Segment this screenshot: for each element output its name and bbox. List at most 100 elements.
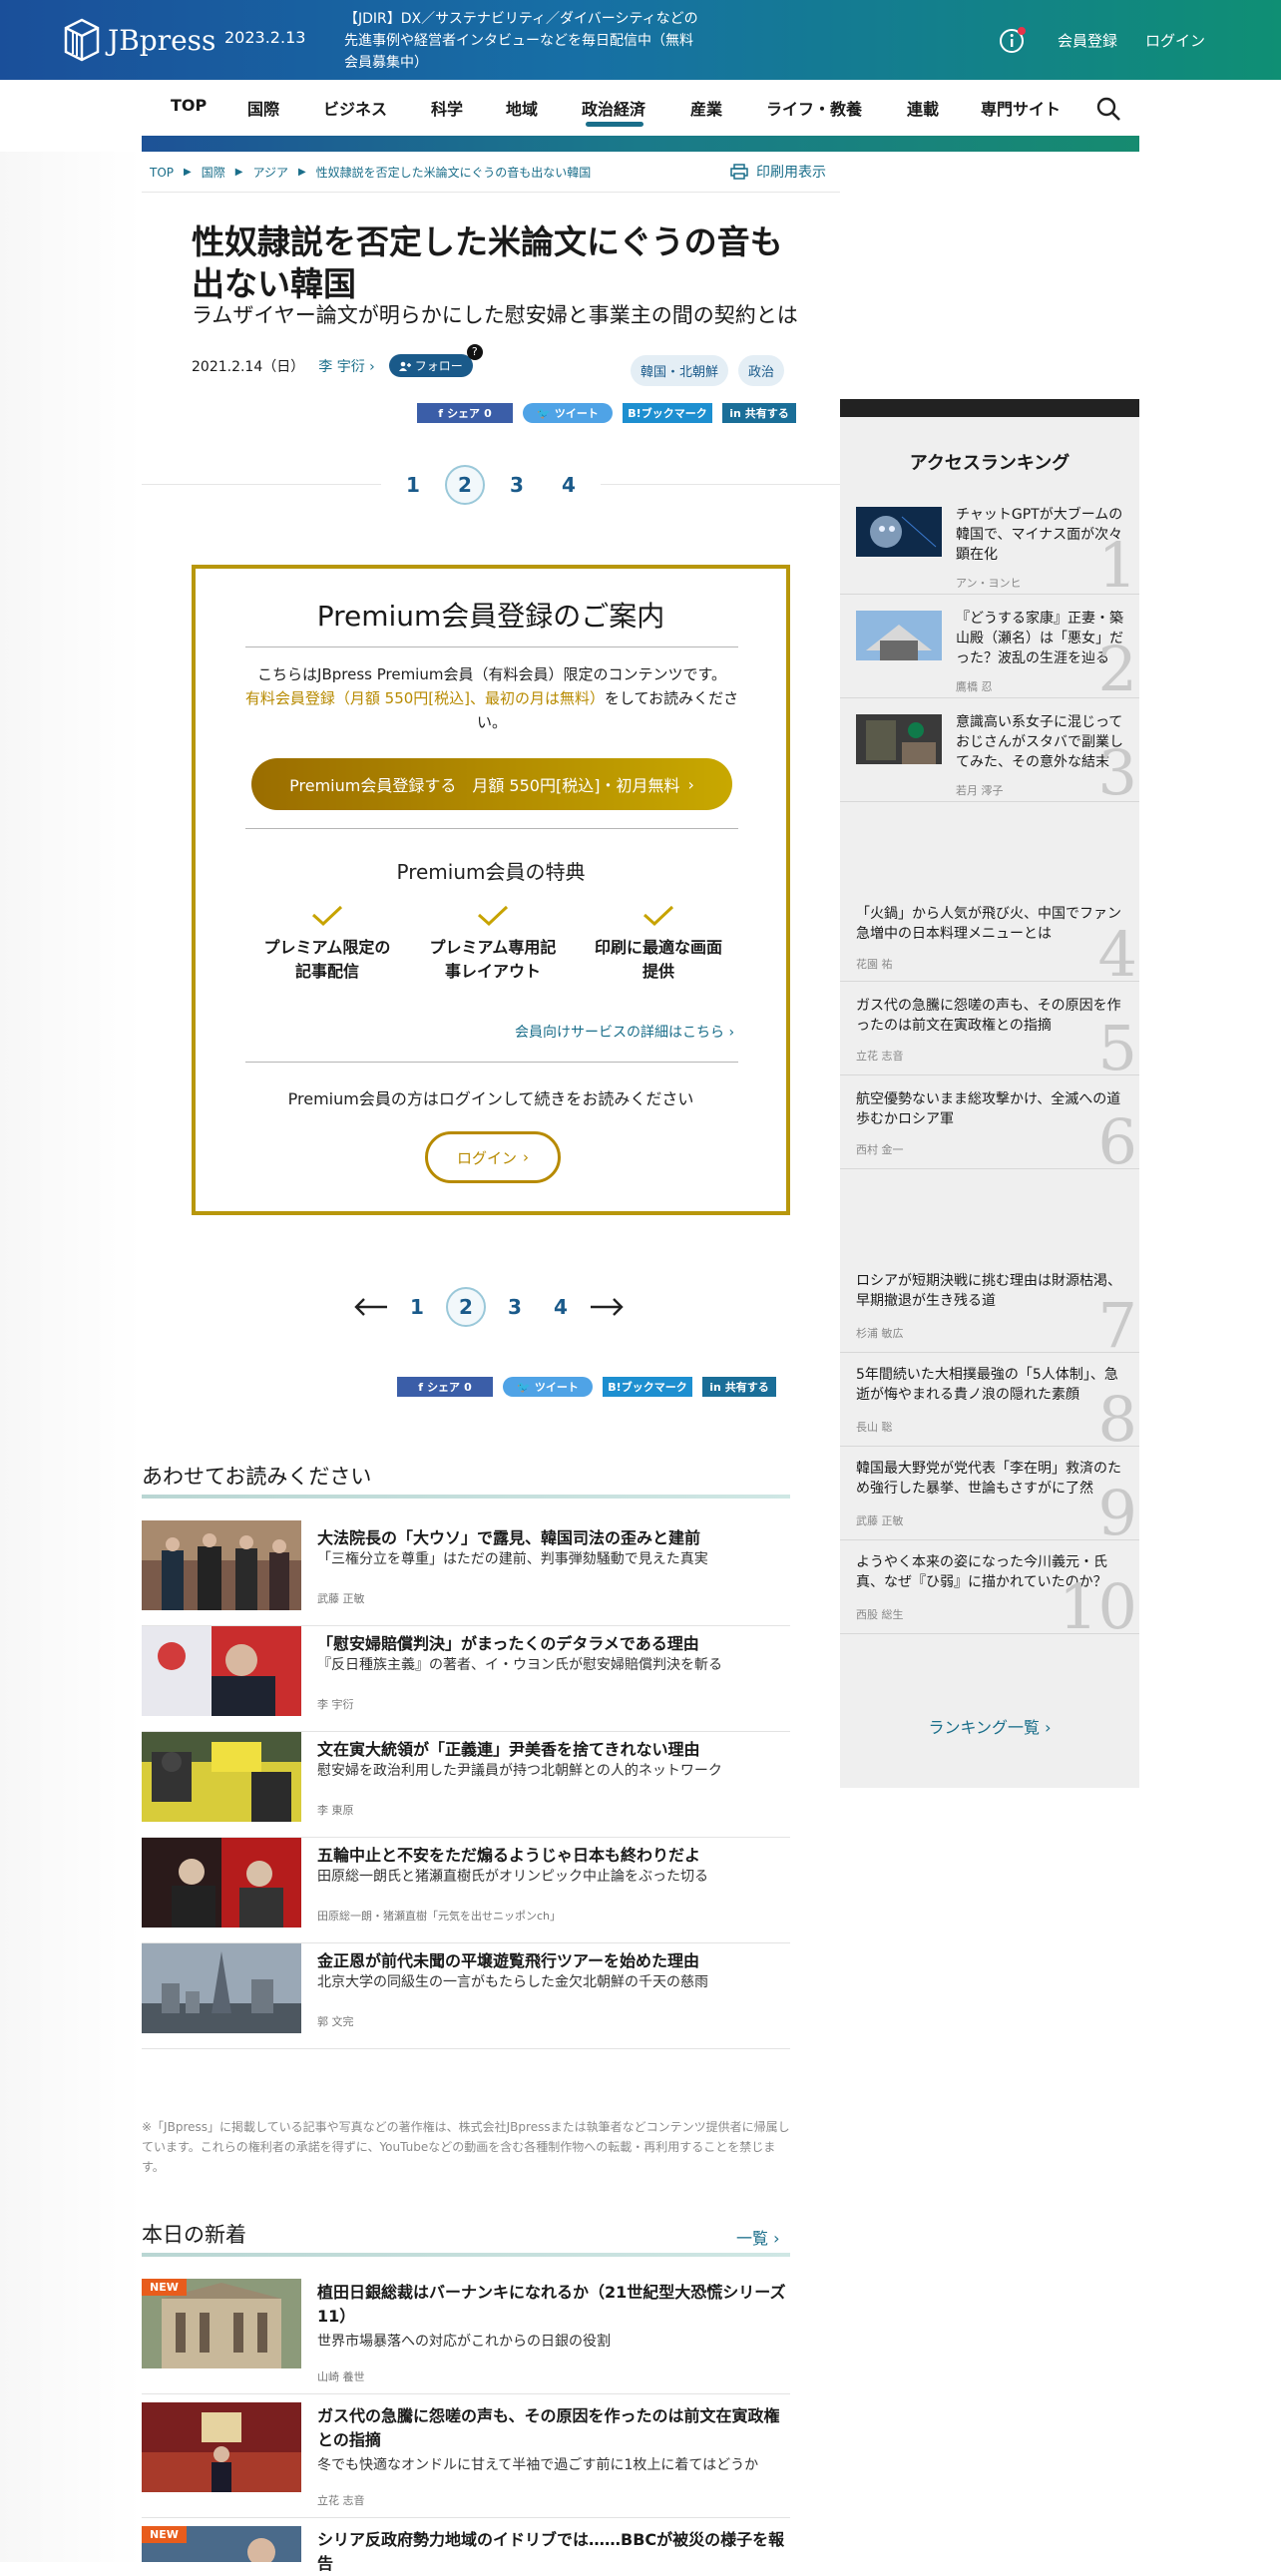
latest-item[interactable]: ガス代の急騰に怨嗟の声も、その原因を作ったのは前文在寅政権との指摘 冬でも快適な… xyxy=(142,2402,790,2518)
facebook-icon: f xyxy=(418,1380,424,1394)
ranking-item[interactable]: ようやく本来の姿になった今川義元・氏真、なぜ『ひ弱』に描かれていたのか？ 西股 … xyxy=(840,1540,1139,1634)
linkedin-share-button[interactable]: in 共有する xyxy=(702,1377,776,1397)
related-item[interactable]: 金正恩が前代未聞の平壌遊覧飛行ツアーを始めた理由 北京大学の同級生の一言がもたら… xyxy=(142,1943,790,2049)
left-gutter xyxy=(0,152,142,2562)
benefit-exclusive: プレミアム限定の記事配信 xyxy=(257,904,397,984)
nav-series[interactable]: 連載 xyxy=(907,96,939,120)
nav-international[interactable]: 国際 xyxy=(247,96,279,120)
chevron-right-icon: › xyxy=(773,2229,780,2248)
ranking-item[interactable]: ガス代の急騰に怨嗟の声も、その原因を作ったのは前文在寅政権との指摘 立花 志音 … xyxy=(840,982,1139,1075)
premium-login-button[interactable]: ログイン › xyxy=(425,1131,561,1183)
latest-item[interactable]: NEW 植田日銀総裁はバーナンキになれるか（21世紀型大恐慌シリーズ11） 世界… xyxy=(142,2279,790,2394)
hatena-bookmark-button[interactable]: B!ブックマーク xyxy=(623,403,712,423)
top-header: JBpress 2023.2.13 【JDIR】DX／サステナビリティ／ダイバー… xyxy=(0,0,1281,80)
chevron-right-icon: › xyxy=(523,1148,529,1166)
ranking-item[interactable]: 5年間続いた大相撲最強の「5人体制」、急逝が悔やまれる貴ノ浪の隠れた素顔 長山 … xyxy=(840,1353,1139,1447)
linkedin-share-button[interactable]: in 共有する xyxy=(722,403,796,423)
facebook-share-count: 0 xyxy=(484,406,492,420)
facebook-share-button[interactable]: f シェア 0 xyxy=(417,403,513,423)
new-badge: NEW xyxy=(142,2526,187,2543)
ranking-author: アン・ヨンヒ xyxy=(956,577,1022,590)
latest-headline: 植田日銀総裁はバーナンキになれるか（21世紀型大恐慌シリーズ11） xyxy=(317,2283,786,2326)
premium-register-button[interactable]: Premium会員登録する 月額 550円[税込]・初月無料 › xyxy=(251,758,732,810)
ranking-item[interactable]: 意識高い系女子に混じっておじさんがスタバで副業してみた、その意外な結末 若月 澪… xyxy=(840,698,1139,802)
pagination-bottom: 1 2 3 4 xyxy=(339,1287,639,1327)
tweet-button[interactable]: 🐦 ツイート xyxy=(523,403,613,423)
ranking-item[interactable]: 『どうする家康』正妻・築山殿（瀬名）は「悪女」だった？波乱の生涯を辿る 鷹橋 忍… xyxy=(840,595,1139,698)
related-author: 李 東原 xyxy=(317,1804,354,1817)
ranking-item[interactable]: 航空優勢ないまま総攻撃かけ、全滅への道歩むかロシア軍 西村 金一 6 xyxy=(840,1075,1139,1169)
premium-divider xyxy=(245,1062,738,1063)
article-title: 性奴隷説を否定した米論文にぐうの音も出ない韓国 xyxy=(192,222,783,303)
breadcrumb-separator-icon: ▶ xyxy=(184,167,192,178)
page-link-1[interactable]: 1 xyxy=(387,465,439,505)
latest-list-link[interactable]: 一覧 › xyxy=(736,2225,780,2249)
next-page-button[interactable] xyxy=(584,1287,630,1327)
login-link[interactable]: ログイン xyxy=(1145,30,1205,51)
related-item[interactable]: 五輪中止と不安をただ煽るようじゃ日本も終わりだよ 田原総一朗氏と猪瀬直樹氏がオリ… xyxy=(142,1838,790,1943)
ranking-number: 10 xyxy=(1059,1570,1137,1634)
related-subline: 北京大学の同級生の一言がもたらした金欠北朝鮮の千天の慈雨 xyxy=(317,1974,708,1990)
nav-top[interactable]: TOP xyxy=(171,96,207,115)
hatena-bookmark-button[interactable]: B!ブックマーク xyxy=(603,1377,692,1397)
ranking-item[interactable]: 韓国最大野党が党代表「李在明」救済のため強行した暴挙、世論もさすがに了然 武藤 … xyxy=(840,1447,1139,1540)
article-author[interactable]: 李 宇衍 › xyxy=(318,356,375,376)
content-top-bar xyxy=(142,136,1139,152)
article-date: 2021.2.14（日） xyxy=(192,358,305,375)
ranking-sidebar: アクセスランキング チャットGPTが大ブームの韓国で、マイナス面が次々顕在化 ア… xyxy=(840,399,1139,1788)
nav-life-culture[interactable]: ライフ・教養 xyxy=(766,96,862,120)
facebook-share-button[interactable]: f シェア 0 xyxy=(397,1377,493,1397)
nav-politics-economy[interactable]: 政治経済 xyxy=(582,96,645,120)
breadcrumb-asia[interactable]: アジア xyxy=(252,164,288,181)
nav-industry[interactable]: 産業 xyxy=(690,96,722,120)
page-link-1[interactable]: 1 xyxy=(394,1287,440,1327)
related-item[interactable]: 文在寅大統領が「正義連」尹美香を捨てきれない理由 慰安婦を政治利用した尹議員が持… xyxy=(142,1732,790,1838)
promo-link[interactable]: 【JDIR】DX／サステナビリティ／ダイバーシティなどの先進事例や経営者インタビ… xyxy=(344,8,703,74)
ranking-item[interactable]: ロシアが短期決戦に挑む理由は財源枯渇、早期撤退が生き残る道 杉浦 敏広 7 xyxy=(840,1259,1139,1353)
tag-politics[interactable]: 政治 xyxy=(738,355,785,386)
related-item[interactable]: 大法院長の「大ウソ」で露見、韓国司法の歪みと建前 「三権分立を尊重」はただの建前… xyxy=(142,1520,790,1626)
nav-business[interactable]: ビジネス xyxy=(323,96,387,120)
related-item[interactable]: 「慰安婦賠償判決」がまったくのデタラメである理由 『反日種族主義』の著者、イ・ウ… xyxy=(142,1626,790,1732)
nav-science[interactable]: 科学 xyxy=(431,96,463,120)
related-headline: 五輪中止と不安をただ煽るようじゃ日本も終わりだよ xyxy=(317,1846,701,1865)
ranking-list-link[interactable]: ランキング一覧 › xyxy=(840,1714,1139,1738)
ranking-author: 長山 聡 xyxy=(856,1421,893,1434)
page-link-4[interactable]: 4 xyxy=(543,465,595,505)
ranking-item[interactable]: チャットGPTが大ブームの韓国で、マイナス面が次々顕在化 アン・ヨンヒ 1 xyxy=(840,491,1139,595)
tag-korea[interactable]: 韓国・北朝鮮 xyxy=(631,355,729,386)
prev-page-button[interactable] xyxy=(348,1287,394,1327)
jbpress-logo[interactable]: JBpress xyxy=(64,16,215,64)
page-link-3[interactable]: 3 xyxy=(492,1287,538,1327)
premium-pricing-link[interactable]: 有料会員登録（月額 550円[税込]、最初の月は無料） xyxy=(245,689,605,707)
page-link-4[interactable]: 4 xyxy=(538,1287,584,1327)
ranking-author: 若月 澪子 xyxy=(956,784,1004,797)
premium-benefits-title: Premium会員の特典 xyxy=(396,860,586,884)
breadcrumb-divider xyxy=(142,192,840,193)
logo-text: JBpress xyxy=(108,23,216,57)
register-link[interactable]: 会員登録 xyxy=(1058,30,1117,51)
breadcrumb-top[interactable]: TOP xyxy=(150,166,174,180)
latest-item[interactable]: NEW シリア反政府勢力地域のイドリブでは……BBCが被災の様子を報告 xyxy=(142,2526,790,2573)
tweet-button[interactable]: 🐦 ツイート xyxy=(503,1377,593,1397)
print-view-link[interactable]: 印刷用表示 xyxy=(730,162,826,182)
linkedin-share-label: 共有する xyxy=(744,407,789,420)
page-current-2: 2 xyxy=(446,1287,486,1327)
arrow-right-icon xyxy=(591,1298,624,1316)
related-headline: 文在寅大統領が「正義連」尹美香を捨てきれない理由 xyxy=(317,1740,700,1759)
latest-subline: 世界市場暴落への対応がこれからの日銀の役割 xyxy=(317,2334,611,2350)
page-link-3[interactable]: 3 xyxy=(491,465,543,505)
ranking-title-text: 5年間続いた大相撲最強の「5人体制」、急逝が悔やまれる貴ノ浪の隠れた素顔 xyxy=(856,1367,1118,1403)
search-icon[interactable] xyxy=(1095,96,1121,122)
breadcrumb-international[interactable]: 国際 xyxy=(202,164,225,181)
benefit-label: 印刷に最適な画面提供 xyxy=(594,938,722,981)
ranking-number: 9 xyxy=(1097,1477,1137,1540)
ranking-item[interactable]: 「火鍋」から人気が飛び火、中国でファン急増中の日本料理メニューとは 花園 祐 4 xyxy=(840,888,1139,982)
share-row-top: f シェア 0 🐦 ツイート B!ブックマーク in 共有する xyxy=(417,403,796,423)
follow-button[interactable]: フォロー ? xyxy=(388,344,483,377)
nav-region[interactable]: 地域 xyxy=(506,96,538,120)
nav-specialty[interactable]: 専門サイト xyxy=(981,96,1061,120)
member-service-details-link[interactable]: 会員向けサービスの詳細はこちら › xyxy=(515,1022,734,1042)
follow-help-icon[interactable]: ? xyxy=(466,344,483,360)
info-icon[interactable] xyxy=(999,26,1027,54)
